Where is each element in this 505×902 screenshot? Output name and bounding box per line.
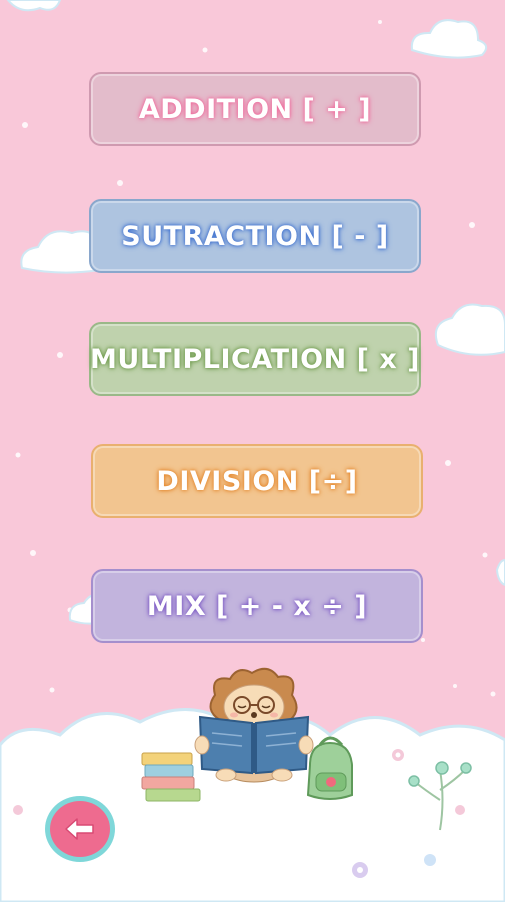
division-label: DIVISION [÷] xyxy=(156,465,358,497)
mix-label: MIX [ + - x ÷ ] xyxy=(146,590,368,622)
division-button[interactable]: DIVISION [÷] xyxy=(91,444,423,518)
backpack-icon xyxy=(306,736,353,800)
subtraction-label: SUTRACTION [ - ] xyxy=(121,220,389,252)
addition-button[interactable]: ADDITION [ + ] xyxy=(89,72,421,146)
hedgehog-reading-illustration xyxy=(141,667,353,802)
back-button[interactable] xyxy=(50,801,110,857)
book-stack-icon xyxy=(141,752,201,802)
mix-button[interactable]: MIX [ + - x ÷ ] xyxy=(91,569,423,643)
multiplication-label: MULTIPLICATION [ x ] xyxy=(90,343,420,375)
addition-label: ADDITION [ + ] xyxy=(138,93,372,125)
subtraction-button[interactable]: SUTRACTION [ - ] xyxy=(89,199,421,273)
back-arrow-icon xyxy=(65,818,94,840)
multiplication-button[interactable]: MULTIPLICATION [ x ] xyxy=(89,322,421,396)
